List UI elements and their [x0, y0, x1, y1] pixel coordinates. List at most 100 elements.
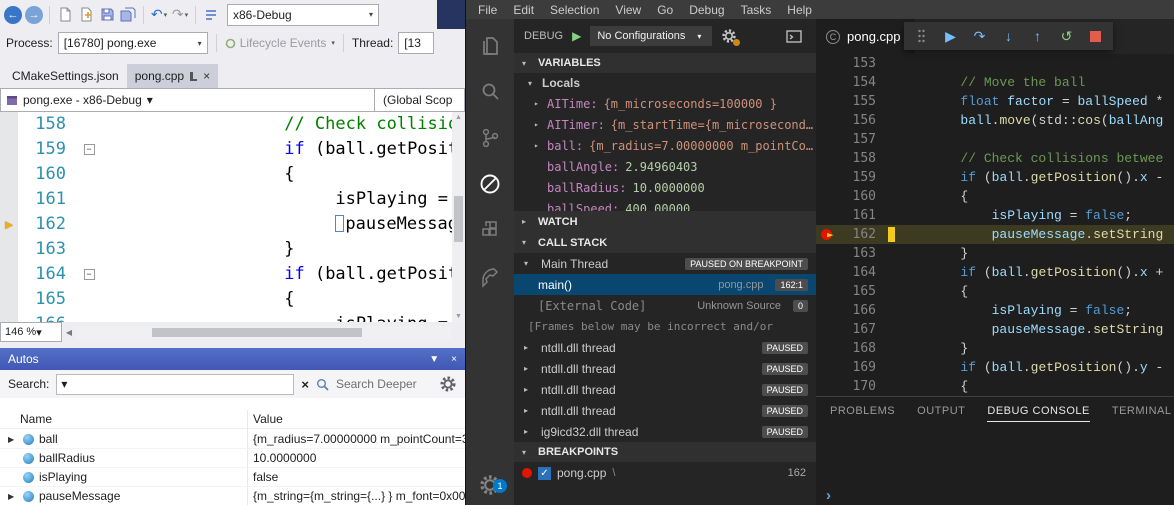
variable-row[interactable]: ▸ball:{m_radius=7.00000000 m_pointCo…	[514, 135, 816, 156]
search-deeper-button[interactable]: Search Deeper	[336, 377, 417, 391]
callstack-row[interactable]: ▸ntdll.dll threadPAUSED	[514, 337, 816, 358]
step-into-button[interactable]: ↓	[994, 28, 1023, 44]
code-line[interactable]: 158 // Check collisions	[0, 112, 452, 137]
debug-configuration-dropdown[interactable]: No Configurations ▾	[590, 26, 712, 46]
menu-item-tasks[interactable]: Tasks	[733, 3, 780, 17]
code-line[interactable]: 166 isPlaying = fal	[0, 312, 452, 322]
twistie-icon[interactable]: ▸	[524, 364, 535, 373]
fold-minus-icon[interactable]: −	[84, 269, 95, 280]
menu-item-help[interactable]: Help	[779, 3, 820, 17]
save-icon[interactable]	[98, 5, 116, 25]
expand-arrow-icon[interactable]: ▶	[8, 492, 18, 501]
extensions-icon[interactable]	[466, 207, 514, 253]
fold-collapse-button[interactable]: −	[78, 262, 100, 287]
code-line[interactable]: 154 // Move the ball	[816, 73, 1174, 92]
callstack-row[interactable]: ▸ntdll.dll threadPAUSED	[514, 358, 816, 379]
expand-arrow-icon[interactable]: ▸	[534, 141, 547, 150]
autos-title-bar[interactable]: Autos ▼ ×	[0, 348, 465, 370]
code-line[interactable]: 155 float factor = ballSpeed *	[816, 92, 1174, 111]
callstack-row[interactable]: ▸ntdll.dll threadPAUSED	[514, 400, 816, 421]
breakpoint-checkbox[interactable]: ✓	[538, 467, 551, 480]
solution-configuration-combo[interactable]: x86-Debug ▾	[227, 4, 379, 26]
lifecycle-events-dropdown[interactable]: Lifecycle Events ▾	[225, 36, 335, 50]
project-scope-combo[interactable]: pong.exe - x86-Debug ▾	[0, 88, 375, 112]
vertical-scrollbar[interactable]: ▲ ▼	[452, 112, 465, 322]
settings-gear-icon[interactable]: 1	[466, 473, 514, 497]
code-line[interactable]: 164 if (ball.getPosition().x +	[816, 263, 1174, 282]
doc-tab[interactable]: pong.cpp×	[127, 64, 218, 88]
menu-item-selection[interactable]: Selection	[542, 3, 607, 17]
table-row[interactable]: ▶pauseMessage{m_string={m_string={...} }…	[0, 487, 465, 505]
horizontal-scrollbar[interactable]	[76, 326, 451, 339]
name-column-header[interactable]: Name	[0, 412, 247, 426]
callstack-row[interactable]: [External Code]Unknown Source0	[514, 295, 816, 316]
menu-item-file[interactable]: File	[470, 3, 505, 17]
breakpoints-section-header[interactable]: ▾ BREAKPOINTS	[514, 442, 816, 462]
twistie-icon[interactable]: ▸	[524, 343, 535, 352]
undo-button[interactable]: ↶▾	[150, 5, 168, 25]
menu-item-debug[interactable]: Debug	[681, 3, 732, 17]
code-line[interactable]: 165 {	[816, 282, 1174, 301]
current-statement-arrow[interactable]: ►	[0, 212, 18, 237]
step-over-button[interactable]: ↷	[965, 28, 994, 45]
add-item-icon[interactable]	[77, 5, 95, 25]
breakpoint-row[interactable]: ✓pong.cpp\162	[514, 462, 816, 484]
callstack-row[interactable]: ▸ig9icd32.dll threadPAUSED	[514, 421, 816, 442]
scroll-up-icon[interactable]: ▲	[452, 114, 465, 121]
close-icon[interactable]: ×	[451, 354, 457, 365]
code-line[interactable]: 166 isPlaying = false;	[816, 301, 1174, 320]
scroll-left-icon[interactable]: ◀	[62, 328, 76, 337]
code-line[interactable]: 153	[816, 54, 1174, 73]
code-line[interactable]: 158 // Check collisions betwee	[816, 149, 1174, 168]
continue-button[interactable]: ▶	[936, 28, 965, 45]
step-out-button[interactable]: ↑	[1023, 28, 1052, 44]
call-stack-section-header[interactable]: ▾ CALL STACK	[514, 232, 816, 253]
variable-row[interactable]: ballRadius:10.0000000	[514, 177, 816, 198]
code-line[interactable]: 159 if (ball.getPosition().x -	[816, 168, 1174, 187]
debug-console-prompt[interactable]: ›	[826, 487, 831, 504]
callstack-row[interactable]: ▾Main ThreadPAUSED ON BREAKPOINT	[514, 253, 816, 274]
code-line[interactable]: 157	[816, 130, 1174, 149]
scrollbar-thumb[interactable]	[454, 196, 463, 242]
code-line[interactable]: ►162 pauseMessage.setString	[816, 225, 1174, 244]
variables-section-header[interactable]: ▾ VARIABLES	[514, 53, 816, 73]
panel-tab-terminal[interactable]: TERMINAL	[1112, 405, 1172, 422]
search-input[interactable]: ▾	[56, 374, 294, 395]
variable-row[interactable]: ballSpeed:400.00000	[514, 198, 816, 211]
redo-button[interactable]: ↷▾	[171, 5, 189, 25]
fold-minus-icon[interactable]: −	[84, 144, 95, 155]
table-row[interactable]: ballRadius10.0000000	[0, 449, 465, 468]
panel-tab-output[interactable]: OUTPUT	[917, 405, 965, 422]
restart-button[interactable]: ↺	[1052, 28, 1081, 45]
menu-item-view[interactable]: View	[607, 3, 649, 17]
pin-icon[interactable]	[190, 72, 197, 81]
code-line[interactable]: 168 }	[816, 339, 1174, 358]
scrollbar-thumb[interactable]	[152, 328, 362, 337]
twistie-icon[interactable]: ▾	[524, 259, 535, 268]
close-icon[interactable]: ×	[203, 70, 210, 82]
new-file-icon[interactable]	[56, 5, 74, 25]
code-line[interactable]: 165 {	[0, 287, 452, 312]
editor-tab-pong-cpp[interactable]: C pong.cpp	[816, 19, 915, 54]
menu-item-edit[interactable]: Edit	[505, 3, 542, 17]
code-line[interactable]: 163 }	[816, 244, 1174, 263]
code-line[interactable]: 161 isPlaying = false;	[816, 206, 1174, 225]
table-row[interactable]: isPlayingfalse	[0, 468, 465, 487]
save-all-icon[interactable]	[119, 5, 137, 25]
thread-combo[interactable]: [13	[398, 32, 434, 54]
source-control-icon[interactable]	[466, 115, 514, 161]
variable-row[interactable]: ▸AITime:{m_microseconds=100000 }	[514, 93, 816, 114]
expand-arrow-icon[interactable]: ▸	[534, 120, 547, 129]
code-line[interactable]: 167 pauseMessage.setString	[816, 320, 1174, 339]
list-icon[interactable]	[202, 5, 220, 25]
debug-icon[interactable]	[466, 161, 514, 207]
table-row[interactable]: ▶ball{m_radius=7.00000000 m_pointCount=3…	[0, 430, 465, 449]
code-line[interactable]: 163 }	[0, 237, 452, 262]
open-console-icon[interactable]	[786, 30, 802, 43]
window-position-icon[interactable]: ▼	[429, 354, 439, 365]
watch-section-header[interactable]: ▸ WATCH	[514, 211, 816, 232]
configure-gear-icon[interactable]	[721, 28, 737, 44]
callstack-row[interactable]: main()pong.cpp162:1	[514, 274, 816, 295]
code-line[interactable]: 161 isPlaying = fal	[0, 187, 452, 212]
twistie-icon[interactable]: ▸	[524, 385, 535, 394]
